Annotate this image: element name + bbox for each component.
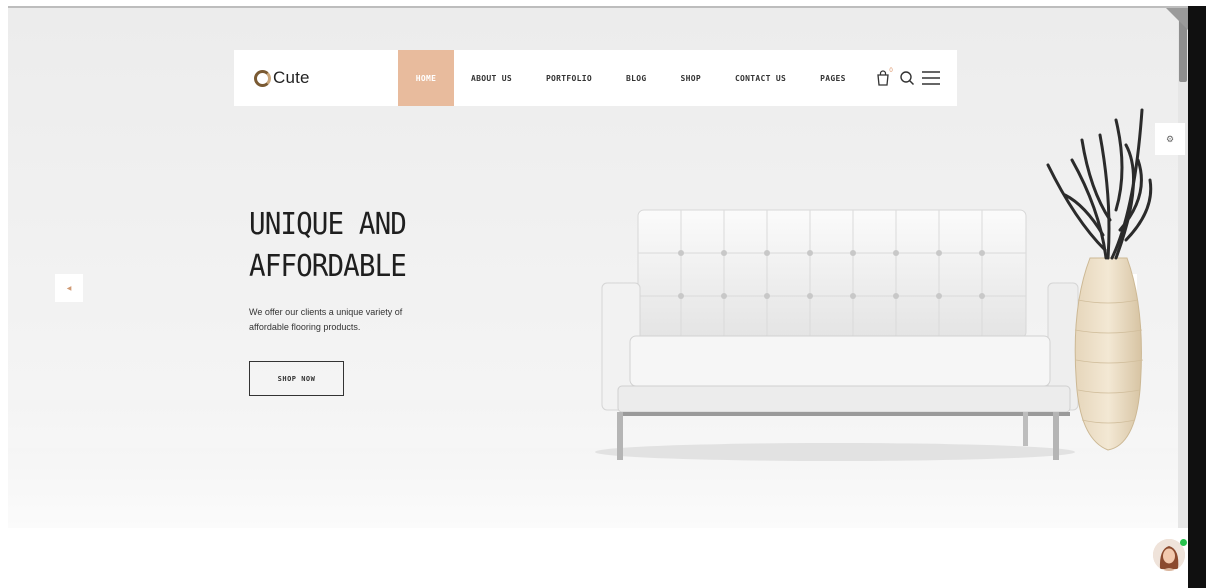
logo-text: Cute	[273, 68, 310, 87]
menu-icon[interactable]	[921, 68, 941, 88]
hero-title-line-1: UNIQUE AND	[249, 207, 407, 242]
hero-title: UNIQUE AND AFFORDABLE	[249, 204, 488, 288]
page-scrollbar[interactable]	[1178, 8, 1188, 528]
corner-marker	[1166, 8, 1188, 30]
cart-icon[interactable]: 0	[873, 68, 893, 88]
nav-item-home[interactable]: HOME	[398, 50, 454, 106]
nav-item-pages[interactable]: PAGES	[803, 50, 863, 106]
chevron-left-icon: ◀	[66, 285, 72, 292]
search-icon[interactable]	[897, 68, 917, 88]
logo-ring-icon	[254, 69, 271, 87]
hero-subtitle-line-2: affordable flooring products.	[249, 322, 361, 332]
hero-title-line-2: AFFORDABLE	[249, 249, 407, 284]
nav-item-blog[interactable]: BLOG	[609, 50, 663, 106]
hero-illustration	[595, 108, 1153, 461]
hero-subtitle: We offer our clients a unique variety of…	[249, 305, 449, 335]
main-nav: HOME ABOUT US PORTFOLIO BLOG SHOP CONTAC…	[398, 50, 863, 106]
nav-item-about-us[interactable]: ABOUT US	[454, 50, 529, 106]
shop-now-button[interactable]: SHOP NOW	[249, 361, 344, 396]
window-top-border	[8, 6, 1188, 8]
slider-prev-button[interactable]: ◀	[55, 274, 83, 302]
nav-item-shop[interactable]: SHOP	[663, 50, 717, 106]
header-tools: 0	[869, 68, 941, 88]
online-status-dot	[1180, 539, 1187, 546]
branches	[1046, 108, 1153, 260]
window-edge	[1188, 6, 1206, 588]
site-header: Cute HOME ABOUT US PORTFOLIO BLOG SHOP C…	[234, 50, 957, 106]
settings-icon: ⚙	[1165, 133, 1175, 144]
sofa	[601, 209, 1079, 460]
hero-subtitle-line-1: We offer our clients a unique variety of	[249, 307, 403, 317]
site-logo[interactable]: Cute	[254, 68, 398, 88]
vase	[1074, 257, 1144, 451]
nav-item-contact-us[interactable]: CONTACT US	[718, 50, 803, 106]
nav-item-portfolio[interactable]: PORTFOLIO	[529, 50, 609, 106]
cart-count: 0	[889, 68, 893, 74]
